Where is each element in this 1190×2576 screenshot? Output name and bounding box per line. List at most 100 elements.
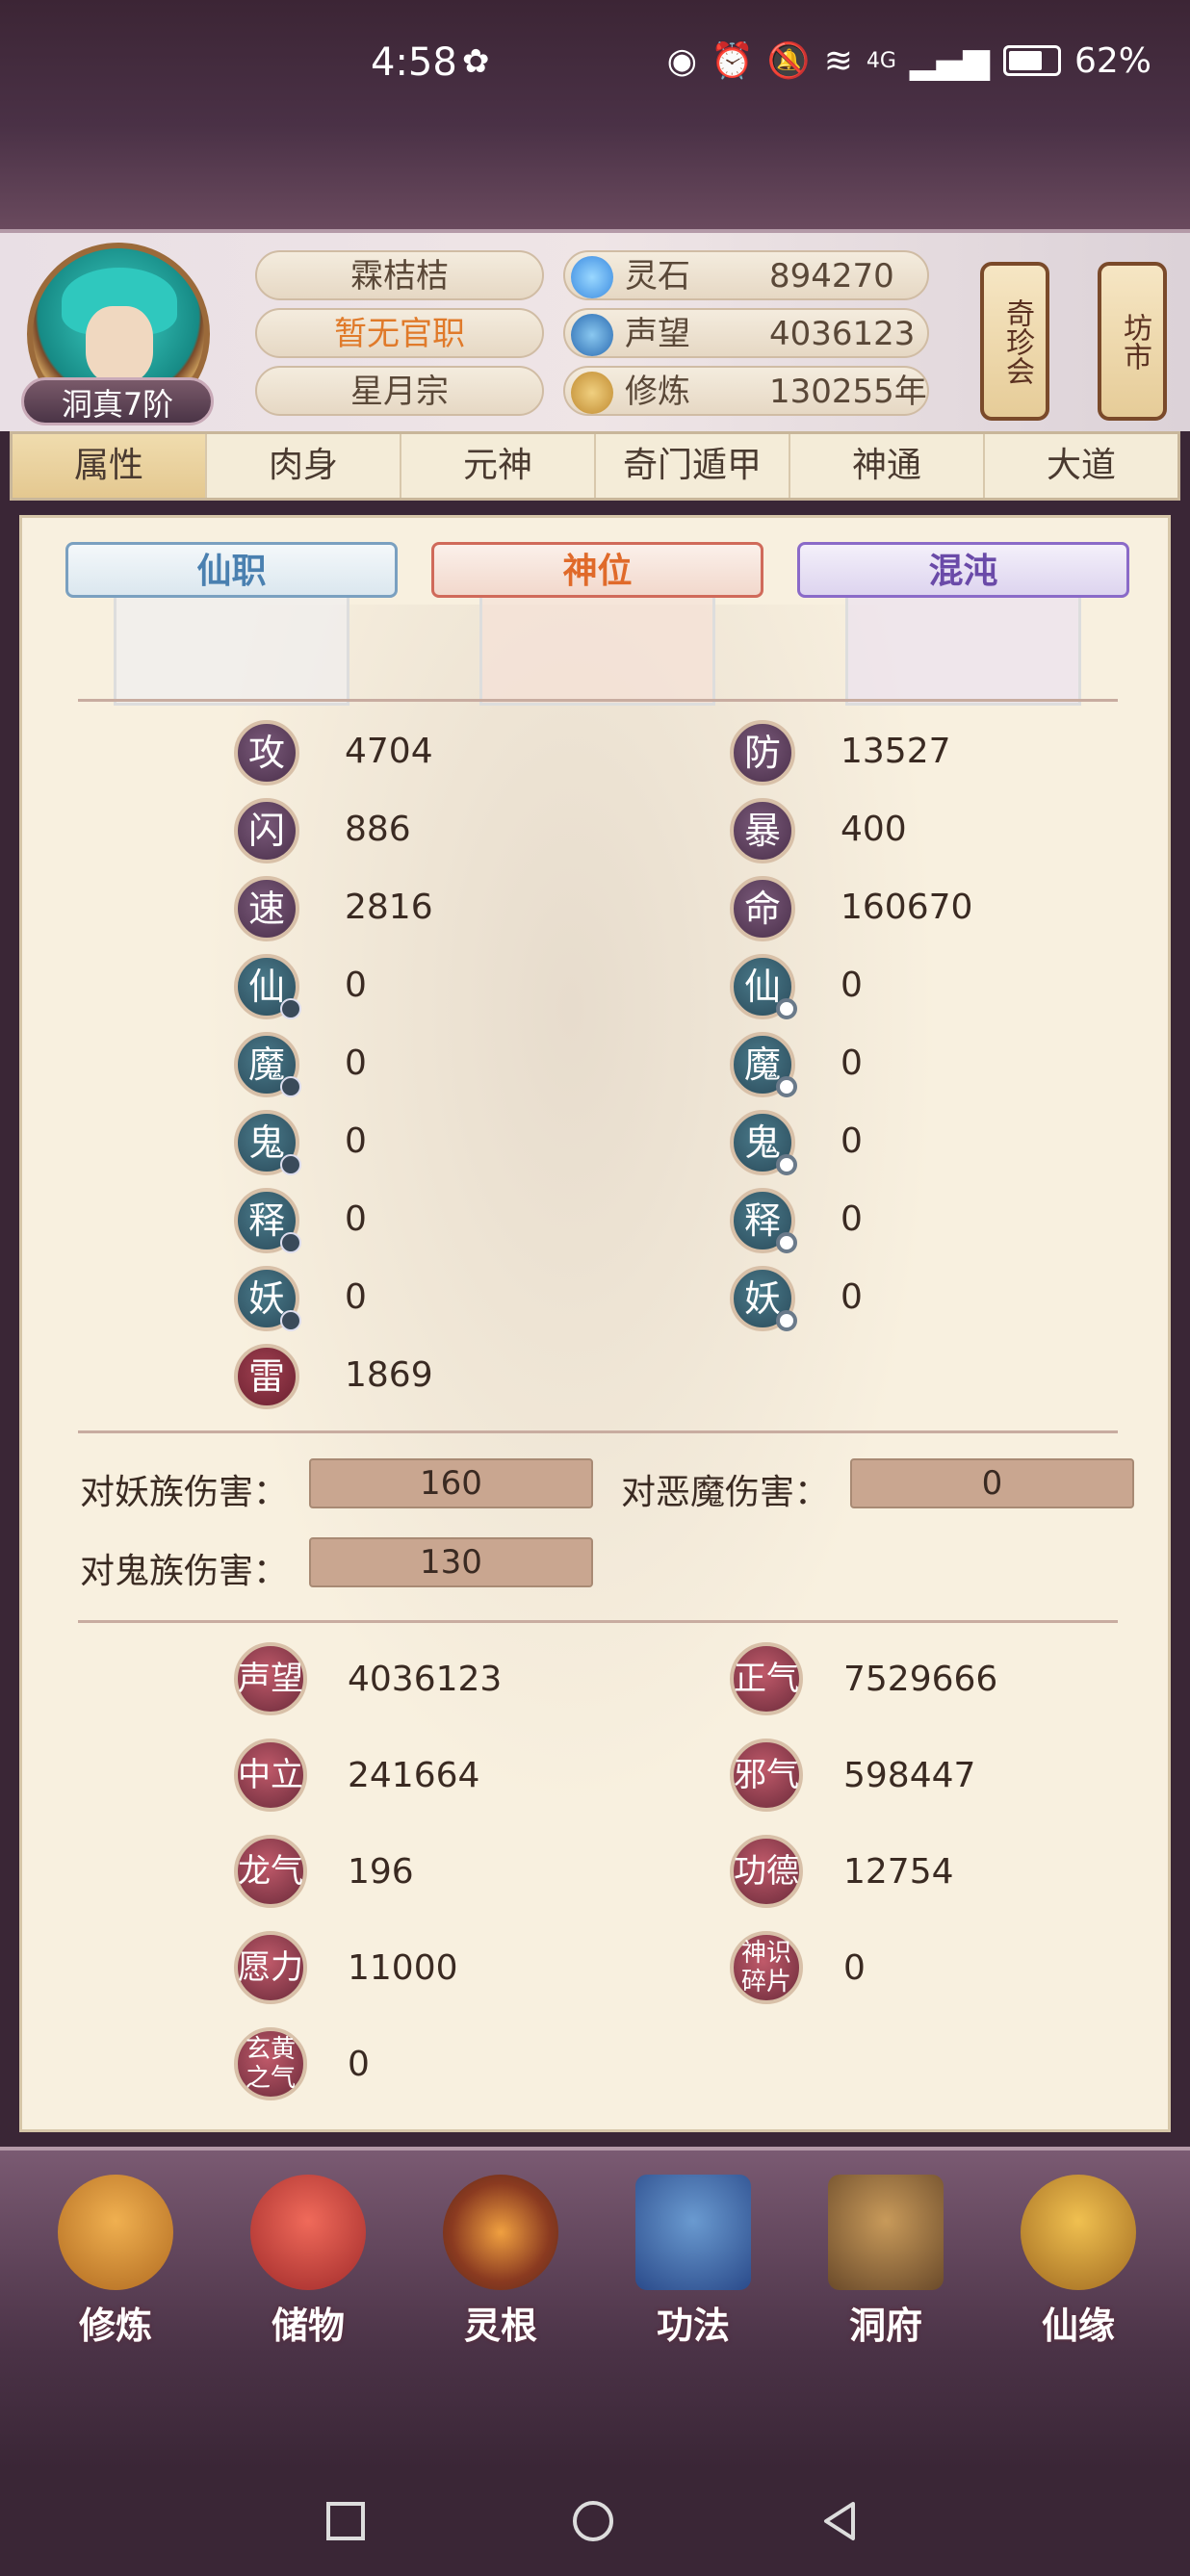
resource-reputation: 声望 4036123 — [563, 308, 929, 358]
stat-xian-left: 仙 0 — [234, 954, 523, 1021]
book-icon — [635, 2175, 751, 2290]
defense-dot-icon — [776, 1232, 797, 1253]
tab-bar: 属性 肉身 元神 奇门遁甲 神通 大道 — [10, 431, 1180, 501]
back-icon[interactable] — [816, 2498, 863, 2544]
attack-dot-icon — [280, 1154, 301, 1175]
battery-icon — [1002, 45, 1061, 76]
official-post: 暂无官职 — [255, 308, 544, 358]
tab-body[interactable]: 肉身 — [207, 434, 401, 498]
hundun-title: 混沌 — [797, 542, 1129, 598]
attack-dot-icon — [280, 1310, 301, 1331]
stat-gui-right: 鬼 0 — [730, 1110, 1019, 1177]
bottom-ornament — [0, 2354, 1190, 2469]
bstat-neutral: 中立 241664 — [234, 1739, 571, 1816]
tab-dadao[interactable]: 大道 — [985, 434, 1177, 498]
defense-dot-icon — [776, 1076, 797, 1097]
stat-crit: 暴 400 — [730, 798, 1019, 865]
xianzhi-title: 仙职 — [65, 542, 398, 598]
attack-dot-icon — [280, 998, 301, 1019]
tab-shentong[interactable]: 神通 — [790, 434, 985, 498]
hundun-frame[interactable]: 混沌 — [797, 542, 1129, 706]
bag-icon — [250, 2175, 366, 2290]
status-icons: ◉ ⏰ 🔕 ≋ 4G ▂▄▆ 62% — [666, 40, 1151, 82]
stat-mo-left: 魔 0 — [234, 1032, 523, 1099]
stat-thunder: 雷 1869 — [234, 1344, 523, 1411]
system-nav-bar — [0, 2469, 1190, 2576]
stat-defense: 防 13527 — [730, 720, 1019, 787]
tab-attributes[interactable]: 属性 — [13, 434, 207, 498]
tab-spirit[interactable]: 元神 — [401, 434, 596, 498]
mute-icon: 🔕 — [766, 41, 811, 81]
stat-mo-right: 魔 0 — [730, 1032, 1019, 1099]
nav-spirit-root[interactable]: 灵根 — [428, 2175, 573, 2353]
signal-icon: ▂▄▆ — [909, 40, 990, 81]
stat-shi-left: 释 0 — [234, 1188, 523, 1255]
bstat-merit: 功德 12754 — [730, 1835, 1067, 1912]
bottom-nav: 修炼 储物 灵根 功法 洞府 仙缘 — [0, 2147, 1190, 2354]
defense-dot-icon — [776, 1154, 797, 1175]
stat-xian-right: 仙 0 — [730, 954, 1019, 1021]
player-sect: 星月宗 — [255, 366, 544, 416]
battery-percent: 62% — [1074, 40, 1151, 81]
divider-1 — [78, 699, 1118, 702]
eye-icon: ◉ — [666, 40, 698, 81]
dmg-demon-race-label: 对妖族伤害： — [80, 1473, 289, 1512]
player-header: 洞真7阶 霖桔桔 暂无官职 星月宗 灵石 894270 声望 4036123 修… — [0, 229, 1190, 431]
avatar-face — [86, 306, 153, 383]
bstat-soul-fragment: 神识碎片 0 — [730, 1931, 1067, 2008]
dmg-evil-value: 0 — [850, 1458, 1134, 1508]
wifi-icon: ≋ — [823, 40, 853, 81]
status-time: 4:58 — [371, 40, 457, 85]
stat-gui-left: 鬼 0 — [234, 1110, 523, 1177]
shenwei-slot[interactable] — [479, 595, 715, 706]
tab-qimen[interactable]: 奇门遁甲 — [596, 434, 790, 498]
spirit-root-icon — [443, 2175, 558, 2290]
status-bar: 4:58 ✿ ◉ ⏰ 🔕 ≋ 4G ▂▄▆ 62% — [0, 0, 1190, 125]
rank-badge: 洞真7阶 — [21, 377, 214, 425]
bstat-reputation: 声望 4036123 — [234, 1642, 571, 1719]
home-icon[interactable] — [570, 2498, 616, 2544]
stat-hp: 命 160670 — [730, 876, 1019, 943]
top-ornament — [0, 125, 1190, 231]
nav-fate[interactable]: 仙缘 — [1006, 2175, 1151, 2353]
divider-2 — [78, 1430, 1118, 1433]
bstat-evil: 邪气 598447 — [730, 1739, 1067, 1816]
cultivation-icon — [571, 372, 613, 414]
stat-yao-right: 妖 0 — [730, 1266, 1019, 1333]
resource-spirit-stone: 灵石 894270 — [563, 250, 929, 300]
hundun-slot[interactable] — [845, 595, 1081, 706]
wechat-icon: ✿ — [462, 42, 490, 81]
divider-3 — [78, 1620, 1118, 1623]
shenwei-title: 神位 — [431, 542, 763, 598]
stat-speed: 速 2816 — [234, 876, 523, 943]
xianzhi-slot[interactable] — [114, 595, 349, 706]
nav-cave[interactable]: 洞府 — [814, 2175, 958, 2353]
bstat-vow: 愿力 11000 — [234, 1931, 571, 2008]
dmg-demon-race-value: 160 — [309, 1458, 593, 1508]
dmg-ghost-label: 对鬼族伤害： — [80, 1552, 289, 1591]
network-label: 4G — [866, 48, 896, 73]
treasure-fair-button[interactable]: 奇珍会 — [980, 262, 1049, 421]
nav-storage[interactable]: 储物 — [236, 2175, 380, 2353]
defense-dot-icon — [776, 998, 797, 1019]
alarm-icon: ⏰ — [711, 41, 754, 81]
xianzhi-frame[interactable]: 仙职 — [65, 542, 398, 706]
recents-icon[interactable] — [323, 2498, 369, 2544]
attributes-panel: 仙职 神位 混沌 攻 4704 闪 886 速 2816 仙 0 魔 0 鬼 0… — [19, 515, 1171, 2132]
monk-icon — [58, 2175, 173, 2290]
player-name: 霖桔桔 — [255, 250, 544, 300]
dmg-ghost-value: 130 — [309, 1537, 593, 1587]
stat-shi-right: 释 0 — [730, 1188, 1019, 1255]
nav-skills[interactable]: 功法 — [621, 2175, 765, 2353]
nav-cultivate[interactable]: 修炼 — [43, 2175, 188, 2353]
bstat-xuanhuang: 玄黄之气 0 — [234, 2027, 571, 2104]
attack-dot-icon — [280, 1232, 301, 1253]
gourd-icon — [1021, 2175, 1136, 2290]
stat-attack: 攻 4704 — [234, 720, 523, 787]
market-button[interactable]: 坊市 — [1098, 262, 1167, 421]
resource-cultivation: 修炼 130255年 — [563, 366, 929, 416]
shenwei-frame[interactable]: 神位 — [431, 542, 763, 706]
spirit-stone-icon — [571, 256, 613, 298]
defense-dot-icon — [776, 1310, 797, 1331]
bstat-righteous: 正气 7529666 — [730, 1642, 1067, 1719]
